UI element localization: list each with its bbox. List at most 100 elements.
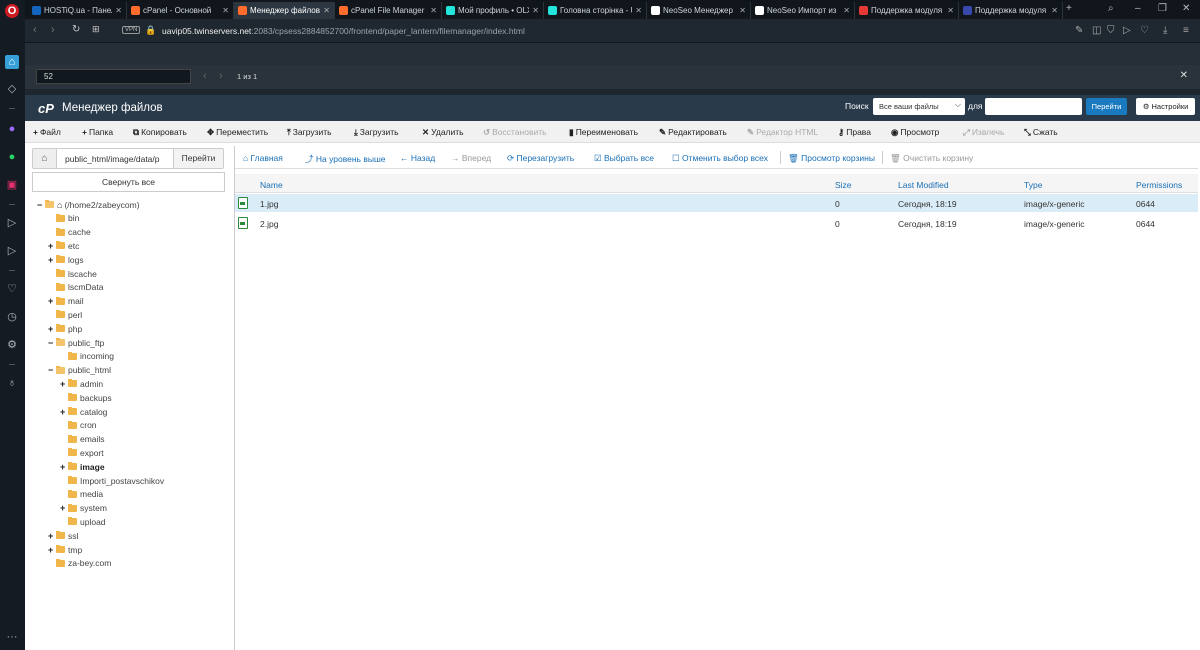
panel-toolbar-button[interactable]: ⌂ Главная — [243, 153, 283, 163]
toolbar-button[interactable]: ▮ Переименовать — [569, 127, 638, 138]
tree-node[interactable]: + catalog — [60, 405, 107, 418]
more-icon[interactable]: ··· — [5, 630, 19, 644]
tree-node[interactable]: + image — [60, 460, 105, 473]
url-field[interactable]: uavip05.twinservers.net:2083/cpsess28848… — [162, 26, 525, 36]
browser-tab[interactable]: Поддержка модуля ✕ — [959, 2, 1063, 19]
toolbar-button[interactable]: ⤓ Загрузить — [354, 127, 399, 138]
tab-close-icon[interactable]: ✕ — [635, 6, 642, 15]
panel-toolbar-button[interactable]: ← Назад — [400, 153, 435, 163]
download-icon[interactable]: ⤓ — [1163, 25, 1167, 36]
camera-icon[interactable]: ◫ — [1092, 25, 1101, 36]
tree-node[interactable]: + etc — [48, 239, 79, 252]
collapse-all-button[interactable]: Свернуть все — [32, 172, 225, 192]
tree-node[interactable]: − public_html — [48, 364, 111, 377]
new-tab-icon[interactable]: + — [1066, 3, 1072, 14]
close-window-icon[interactable]: ✕ — [1182, 3, 1190, 14]
settings-gear-icon[interactable]: ⚙ — [5, 338, 19, 352]
tree-node[interactable]: − ⌂ (/home2/zabeycom) — [37, 198, 140, 211]
tree-toggle-icon[interactable]: + — [60, 462, 68, 472]
edit-icon[interactable]: ✎ — [1075, 25, 1083, 36]
tree-toggle-icon[interactable]: + — [48, 531, 56, 541]
heart-outline-icon[interactable]: ♡ — [1140, 25, 1149, 36]
toolbar-button[interactable]: ◉ Просмотр — [891, 127, 939, 138]
tab-close-icon[interactable]: ✕ — [430, 6, 437, 15]
tree-node[interactable]: + logs — [48, 253, 84, 266]
tree-node[interactable]: za-bey.com — [48, 557, 111, 570]
tree-node[interactable]: perl — [48, 308, 82, 321]
tree-node[interactable]: export — [60, 446, 104, 459]
path-input[interactable]: public_html/image/data/p — [65, 154, 170, 164]
toolbar-button[interactable]: ✥ Переместить — [207, 127, 268, 138]
lock-icon[interactable]: 🔒 — [145, 25, 156, 36]
tab-close-icon[interactable]: ✕ — [323, 6, 330, 15]
column-header[interactable]: Last Modified — [898, 180, 949, 190]
tree-node[interactable]: Importi_postavschikov — [60, 474, 164, 487]
browser-tab[interactable]: cPanel File Manager ✕ — [335, 2, 442, 19]
messenger-icon[interactable]: ● — [5, 122, 19, 136]
tree-node[interactable]: cron — [60, 419, 97, 432]
home-icon[interactable]: ⌂ — [5, 55, 19, 69]
speed-dial-icon[interactable]: ◇ — [5, 82, 19, 96]
find-next-icon[interactable]: › — [219, 70, 223, 82]
panel-toolbar-button[interactable]: 🗑 Просмотр корзины — [788, 153, 875, 164]
tree-node[interactable]: backups — [60, 391, 112, 404]
tab-close-icon[interactable]: ✕ — [739, 6, 746, 15]
tree-node[interactable]: + system — [60, 502, 107, 515]
toolbar-button[interactable]: ⤢ Извлечь — [963, 127, 1004, 138]
panel-toolbar-button[interactable]: ⟳ Перезагрузить — [507, 153, 574, 164]
panel-toolbar-button[interactable]: ☑ Выбрать все — [594, 153, 654, 164]
toolbar-button[interactable]: ✎ Редактор HTML — [747, 127, 818, 138]
instagram-icon[interactable]: ▣ — [5, 178, 19, 192]
tree-node[interactable]: emails — [60, 433, 105, 446]
home-dir-icon[interactable]: ⌂ — [33, 149, 57, 168]
heart-icon[interactable]: ♡ — [5, 282, 19, 296]
search-input[interactable] — [985, 98, 1082, 115]
tree-node[interactable]: + tmp — [48, 543, 82, 556]
tree-node[interactable]: bin — [48, 212, 79, 225]
browser-tab[interactable]: HOSTiQ.ua - Панель ✕ — [28, 2, 127, 19]
column-header[interactable]: Permissions — [1136, 180, 1182, 190]
browser-tab[interactable]: Поддержка модуля ✕ — [855, 2, 959, 19]
tree-node[interactable]: upload — [60, 515, 106, 528]
forward-icon[interactable]: › — [51, 24, 55, 36]
browser-tab[interactable]: NeoSeo Импорт из ✕ — [751, 2, 855, 19]
tab-close-icon[interactable]: ✕ — [1051, 6, 1058, 15]
tree-node[interactable]: + admin — [60, 377, 103, 390]
shield-icon[interactable]: ⛉ — [1107, 25, 1115, 36]
tree-toggle-icon[interactable]: + — [48, 296, 56, 306]
tree-node[interactable]: − public_ftp — [48, 336, 104, 349]
tree-node[interactable]: media — [60, 488, 103, 501]
toolbar-button[interactable]: ✎ Редактировать — [659, 127, 727, 138]
cpanel-logo[interactable]: cP — [38, 101, 54, 116]
tabs-grid-icon[interactable]: ⊞ — [92, 24, 100, 35]
tree-toggle-icon[interactable]: + — [48, 241, 56, 251]
search-go-button[interactable]: Перейти — [1086, 98, 1127, 115]
tree-toggle-icon[interactable]: + — [60, 407, 68, 417]
browser-tab[interactable]: Менеджер файлов ✕ — [234, 2, 335, 19]
browser-tab[interactable]: NeoSeo Менеджер ✕ — [647, 2, 751, 19]
toolbar-button[interactable]: ⤒ Загрузить — [287, 127, 332, 138]
toolbar-button[interactable]: ↺ Восстановить — [483, 127, 547, 138]
vpn-badge[interactable]: VPN — [122, 26, 141, 34]
opera-logo-icon[interactable]: O — [5, 4, 19, 18]
tree-toggle-icon[interactable]: + — [48, 324, 56, 334]
panel-toolbar-button[interactable]: ☐ Отменить выбор всех — [672, 153, 768, 164]
tab-close-icon[interactable]: ✕ — [115, 6, 122, 15]
find-input[interactable]: 52 — [36, 69, 191, 84]
tree-toggle-icon[interactable]: + — [60, 379, 68, 389]
history-icon[interactable]: ◷ — [5, 310, 19, 324]
whatsapp-icon[interactable]: ● — [5, 150, 19, 164]
settings-button[interactable]: ⚙ Настройки — [1136, 98, 1195, 115]
column-header[interactable]: Size — [835, 180, 852, 190]
tree-toggle-icon[interactable]: + — [48, 545, 56, 555]
browser-tab[interactable]: Головна сторінка - U ✕ — [544, 2, 647, 19]
tree-toggle-icon[interactable]: − — [37, 200, 45, 210]
toolbar-button[interactable]: ⚷ Права — [838, 127, 871, 138]
column-header[interactable]: Name — [260, 180, 283, 190]
tab-close-icon[interactable]: ✕ — [532, 6, 539, 15]
browser-tab[interactable]: Мой профиль • OLX ✕ — [442, 2, 544, 19]
tree-node[interactable]: + php — [48, 322, 82, 335]
tab-close-icon[interactable]: ✕ — [947, 6, 954, 15]
table-row[interactable]: 2.jpg 0 Сегодня, 18:19 image/x-generic 0644 — [235, 214, 1198, 232]
player-icon[interactable]: ▷ — [5, 216, 19, 230]
